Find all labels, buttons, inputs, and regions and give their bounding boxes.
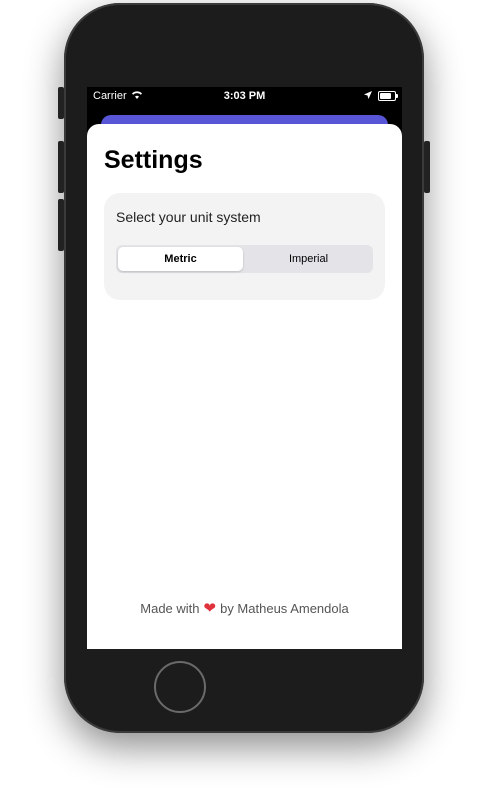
battery-icon — [378, 91, 398, 101]
segment-imperial[interactable]: Imperial — [246, 247, 371, 271]
mute-switch — [58, 87, 64, 119]
home-button[interactable] — [154, 661, 206, 713]
status-time: 3:03 PM — [223, 90, 266, 102]
unit-system-card: Select your unit system Metric Imperial — [104, 193, 385, 300]
screen: Carrier 3:03 PM Settings Select your uni… — [87, 87, 402, 649]
footer-prefix: Made with — [140, 600, 200, 616]
footer-credit: Made with ❤ by Matheus Amendola — [87, 599, 402, 617]
footer-suffix: by Matheus Amendola — [220, 600, 349, 616]
power-button — [424, 141, 430, 193]
status-bar: Carrier 3:03 PM — [87, 87, 402, 107]
volume-down-button — [58, 199, 64, 251]
segment-metric[interactable]: Metric — [118, 247, 243, 271]
page-title: Settings — [104, 146, 203, 174]
settings-sheet: Settings Select your unit system Metric … — [87, 124, 402, 649]
unit-segmented-control: Metric Imperial — [116, 245, 373, 273]
status-right-group — [364, 90, 398, 102]
volume-up-button — [58, 141, 64, 193]
location-arrow-icon — [364, 90, 372, 102]
heart-icon: ❤ — [203, 600, 217, 617]
unit-system-label: Select your unit system — [116, 209, 261, 225]
phone-frame: Carrier 3:03 PM Settings Select your uni… — [58, 3, 430, 733]
